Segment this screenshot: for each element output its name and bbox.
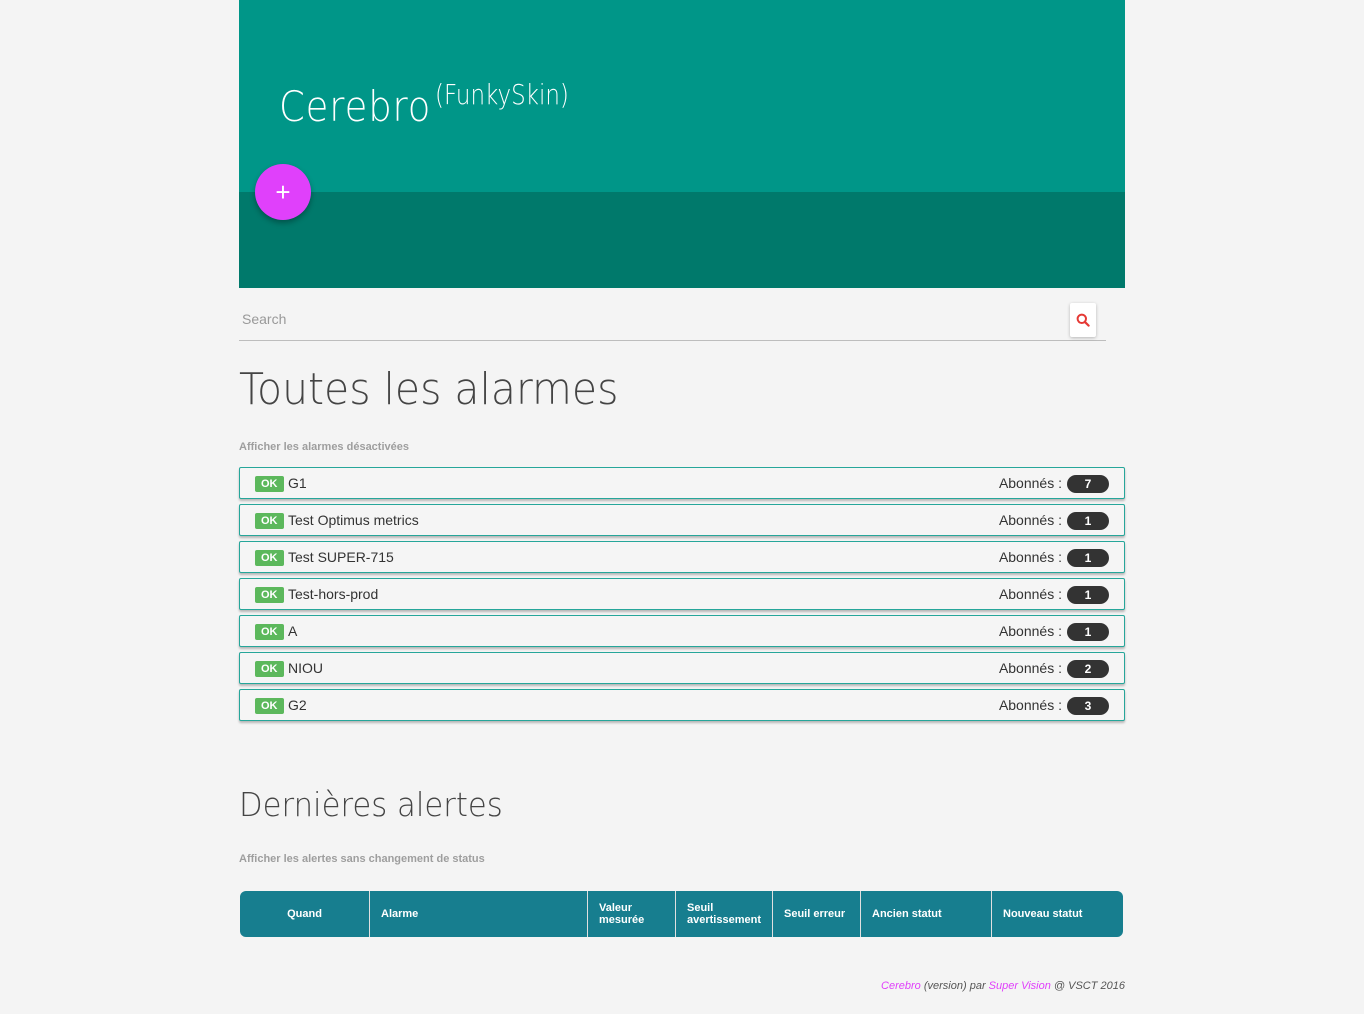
column-header-when[interactable]: Quand	[240, 891, 370, 937]
footer-by: par	[969, 980, 986, 992]
alarm-item[interactable]: OK G2 Abonnés : 3	[239, 689, 1125, 721]
alarm-item[interactable]: OK A Abonnés : 1	[239, 615, 1125, 647]
alarm-name: Test Optimus metrics	[288, 512, 419, 528]
header-bottom-band	[239, 192, 1125, 288]
add-alarm-button[interactable]: +	[255, 164, 311, 220]
subscribers-label: Abonnés :	[998, 549, 1062, 565]
subscribers-label: Abonnés :	[998, 660, 1062, 676]
column-header-measured-value[interactable]: Valeur mesurée	[588, 891, 676, 937]
footer: Cerebro (version) par Super Vision @ VSC…	[881, 980, 1125, 992]
footer-copyright: @ VSCT 2016	[1053, 980, 1125, 992]
alarm-name: Test SUPER-715	[288, 549, 394, 565]
search-bar	[239, 300, 1106, 341]
status-badge: OK	[255, 624, 284, 640]
page: Cerebro (FunkySkin) + Toutes les alarmes…	[239, 0, 1125, 992]
alarm-item[interactable]: OK Test Optimus metrics Abonnés : 1	[239, 504, 1125, 536]
subscribers-label: Abonnés :	[998, 697, 1062, 713]
alarm-name: NIOU	[288, 660, 323, 676]
alarm-item[interactable]: OK Test SUPER-715 Abonnés : 1	[239, 541, 1125, 573]
alarm-item[interactable]: OK Test-hors-prod Abonnés : 1	[239, 578, 1125, 610]
alarm-name: G1	[288, 475, 307, 491]
subscribers-count-badge: 3	[1067, 697, 1109, 715]
column-header-warning-threshold[interactable]: Seuil avertissement	[676, 891, 773, 937]
alarm-name: Test-hors-prod	[288, 586, 379, 602]
subscribers-label: Abonnés :	[998, 475, 1062, 491]
alerts-section-title: Dernières alertes	[239, 785, 503, 824]
subscribers-count-badge: 1	[1067, 623, 1109, 641]
status-badge: OK	[255, 476, 284, 492]
alarms-section-title: Toutes les alarmes	[239, 364, 619, 415]
status-badge: OK	[255, 550, 284, 566]
app-title: Cerebro	[279, 82, 432, 131]
alarm-list: OK G1 Abonnés : 7 OK Test Optimus metric…	[239, 467, 1125, 726]
status-badge: OK	[255, 513, 284, 529]
show-disabled-alarms-link[interactable]: Afficher les alarmes désactivées	[239, 441, 409, 453]
subscribers-count-badge: 1	[1067, 549, 1109, 567]
search-input[interactable]	[239, 306, 1059, 332]
column-header-error-threshold[interactable]: Seuil erreur	[773, 891, 861, 937]
status-badge: OK	[255, 698, 284, 714]
subscribers-count-badge: 2	[1067, 660, 1109, 678]
footer-version: (version)	[923, 980, 967, 992]
alarm-item[interactable]: OK G1 Abonnés : 7	[239, 467, 1125, 499]
subscribers-label: Abonnés :	[998, 623, 1062, 639]
alarm-item[interactable]: OK NIOU Abonnés : 2	[239, 652, 1125, 684]
subscribers-count-badge: 1	[1067, 586, 1109, 604]
column-header-alarm[interactable]: Alarme	[370, 891, 588, 937]
subscribers-label: Abonnés :	[998, 512, 1062, 528]
footer-app-link[interactable]: Cerebro	[881, 980, 921, 992]
search-icon	[1076, 313, 1090, 327]
status-badge: OK	[255, 661, 284, 677]
status-badge: OK	[255, 587, 284, 603]
subscribers-count-badge: 7	[1067, 475, 1109, 493]
column-header-old-status[interactable]: Ancien statut	[861, 891, 992, 937]
app-skin-label: (FunkySkin)	[435, 78, 569, 111]
show-unchanged-alerts-link[interactable]: Afficher les alertes sans changement de …	[239, 853, 485, 865]
footer-team-link[interactable]: Super Vision	[989, 980, 1051, 992]
subscribers-count-badge: 1	[1067, 512, 1109, 530]
search-button[interactable]	[1070, 303, 1096, 337]
subscribers-label: Abonnés :	[998, 586, 1062, 602]
alarm-name: G2	[288, 697, 307, 713]
alarm-name: A	[288, 623, 298, 639]
column-header-new-status[interactable]: Nouveau statut	[992, 891, 1123, 937]
header: Cerebro (FunkySkin) +	[239, 0, 1125, 288]
alerts-table-header: Quand Alarme Valeur mesurée Seuil averti…	[240, 891, 1123, 937]
